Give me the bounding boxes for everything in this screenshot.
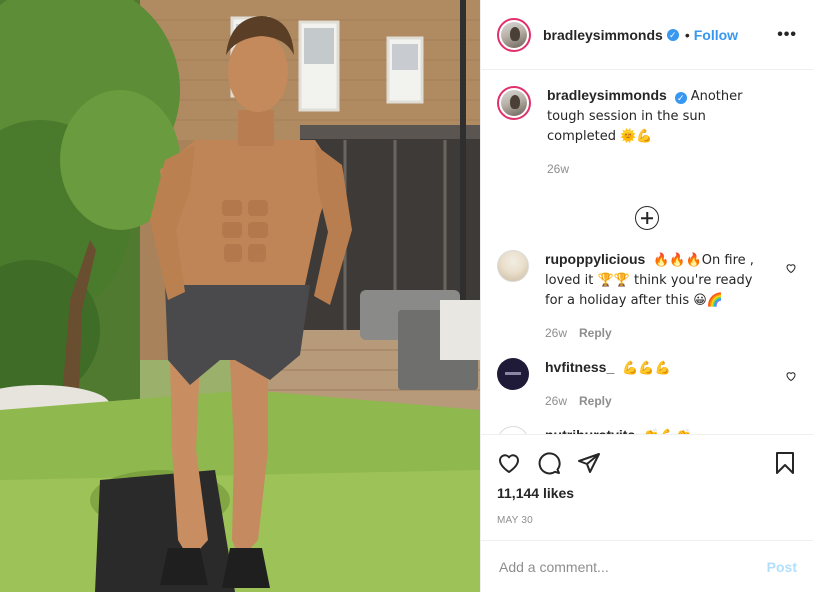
save-button[interactable] — [773, 451, 797, 475]
add-comment-bar: Post — [481, 540, 813, 592]
comment-avatar[interactable]: n — [497, 426, 529, 434]
post-comment-button[interactable]: Post — [767, 559, 797, 575]
load-more-comments-icon[interactable] — [635, 206, 659, 230]
post-side-panel: bradleysimmonds ✓ • Follow ••• bradleysi… — [480, 0, 813, 592]
comment-username[interactable]: hvfitness_ — [545, 359, 614, 375]
follow-button[interactable]: Follow — [694, 27, 738, 43]
like-button[interactable] — [497, 451, 521, 475]
caption-username[interactable]: bradleysimmonds — [547, 87, 667, 103]
comment-username[interactable]: nutriburstvits — [545, 427, 635, 434]
comment-text: 👏💪👏 — [643, 429, 692, 434]
share-icon — [578, 453, 600, 473]
comment-icon — [538, 452, 561, 475]
caption-meta: 26w — [547, 160, 772, 178]
heart-icon — [498, 454, 520, 473]
likes-count[interactable]: 11,144 likes — [497, 485, 797, 501]
caption-body: bradleysimmonds ✓ Another tough session i… — [547, 86, 772, 178]
comment-input[interactable] — [497, 557, 767, 576]
header-separator: • — [684, 26, 690, 43]
comment-age[interactable]: 26w — [545, 326, 567, 340]
action-icons-bar — [497, 443, 797, 483]
comment-avatar-logo — [505, 372, 521, 375]
comment-row: rupoppylicious 🔥🔥🔥On fire , loved it 🏆🏆 … — [497, 250, 797, 342]
reply-button[interactable]: Reply — [579, 326, 612, 340]
comment-button[interactable] — [537, 451, 561, 475]
like-comment-heart-icon[interactable] — [785, 370, 797, 382]
share-button[interactable] — [577, 451, 601, 475]
comment-age[interactable]: 26w — [545, 394, 567, 408]
post-photo[interactable] — [0, 0, 480, 592]
post-actions: 11,144 likes MAY 30 — [481, 434, 813, 540]
post-date[interactable]: MAY 30 — [497, 515, 797, 526]
author-avatar-image — [501, 21, 527, 48]
caption-verified-badge-icon: ✓ — [674, 92, 687, 104]
comment-username[interactable]: rupoppylicious — [545, 251, 645, 267]
comment-meta: 26w Reply — [545, 392, 770, 410]
comment-avatar-letter: n — [506, 428, 521, 434]
caption-row: bradleysimmonds ✓ Another tough session i… — [497, 86, 797, 178]
comments-section[interactable]: bradleysimmonds ✓ Another tough session i… — [481, 70, 813, 434]
caption-author-avatar[interactable] — [497, 86, 531, 120]
comment-row: hvfitness_ 💪💪💪 26w Reply — [497, 358, 797, 410]
author-username[interactable]: bradleysimmonds — [543, 27, 663, 43]
instagram-post: bradleysimmonds ✓ • Follow ••• bradleysi… — [0, 0, 813, 592]
comment-text: 💪💪💪 — [622, 361, 671, 376]
comment-avatar[interactable] — [497, 358, 529, 390]
more-options-icon[interactable]: ••• — [777, 26, 797, 44]
caption-age[interactable]: 26w — [547, 162, 569, 176]
post-photo-image — [0, 0, 480, 592]
comment-meta: 26w Reply — [545, 324, 770, 342]
reply-button[interactable]: Reply — [579, 394, 612, 408]
comment-body: rupoppylicious 🔥🔥🔥On fire , loved it 🏆🏆 … — [545, 250, 770, 342]
comment-body: hvfitness_ 💪💪💪 26w Reply — [545, 358, 770, 410]
like-comment-heart-icon[interactable] — [785, 262, 797, 274]
bookmark-icon — [776, 452, 794, 474]
comment-body: nutriburstvits 👏💪👏 — [545, 426, 770, 434]
comment-avatar[interactable] — [497, 250, 529, 282]
verified-badge-icon: ✓ — [666, 28, 679, 41]
post-header: bradleysimmonds ✓ • Follow ••• — [481, 0, 813, 70]
author-avatar[interactable] — [497, 17, 531, 52]
caption-author-avatar-image — [501, 90, 527, 116]
comment-row: n nutriburstvits 👏💪👏 — [497, 426, 797, 434]
